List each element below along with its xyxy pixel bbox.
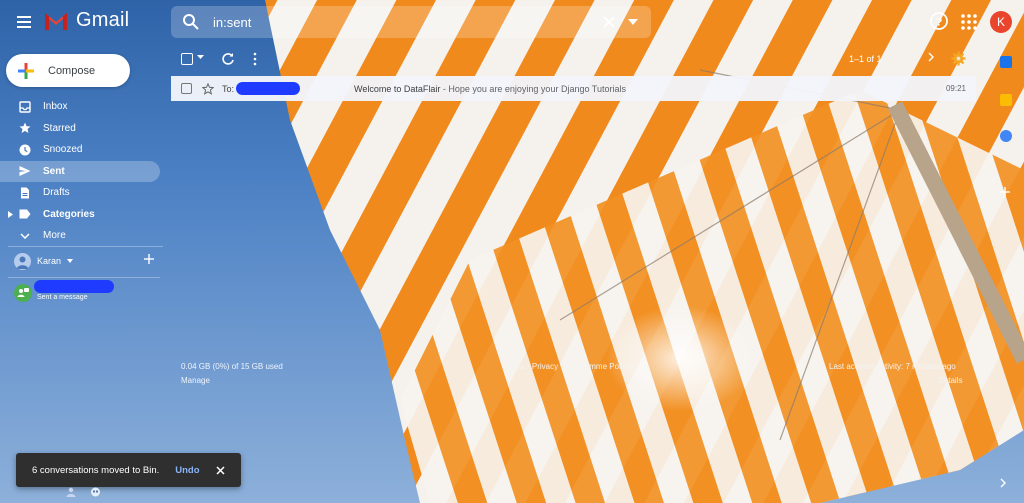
close-icon bbox=[216, 465, 225, 475]
redacted-recipient bbox=[236, 82, 301, 95]
activity-details-link[interactable]: Details bbox=[938, 376, 962, 385]
sidebar-item-label: Snoozed bbox=[43, 144, 83, 156]
calendar-icon[interactable] bbox=[1000, 56, 1012, 68]
label-icon bbox=[18, 208, 31, 221]
tasks-icon[interactable] bbox=[1000, 130, 1012, 142]
more-icon[interactable] bbox=[251, 52, 259, 66]
main-menu-button[interactable] bbox=[12, 10, 36, 34]
email-snippet: - Hope you are enjoying your Django Tuto… bbox=[440, 83, 626, 94]
email-subject: Welcome to DataFlair bbox=[354, 83, 441, 94]
email-time: 09:21 bbox=[945, 84, 966, 93]
plus-icon bbox=[1000, 187, 1010, 197]
caret-down-icon bbox=[197, 55, 204, 59]
get-addons-button[interactable] bbox=[1000, 187, 1010, 197]
plus-icon bbox=[18, 62, 34, 79]
manage-storage-link[interactable]: Manage bbox=[181, 376, 210, 385]
close-icon bbox=[603, 16, 615, 28]
expand-caret-icon[interactable] bbox=[8, 210, 13, 218]
email-subject-line: Welcome to DataFlair - Hope you are enjo… bbox=[354, 84, 626, 94]
hangouts-footer bbox=[66, 487, 101, 498]
sidebar-item-drafts[interactable]: Drafts bbox=[0, 182, 160, 204]
sidebar-item-snoozed[interactable]: Snoozed bbox=[0, 139, 160, 161]
search-input[interactable] bbox=[213, 14, 599, 30]
gmail-logo[interactable]: Gmail bbox=[44, 9, 129, 32]
snackbar: 6 conversations moved to Bin. Undo bbox=[16, 453, 241, 487]
account-avatar[interactable]: K bbox=[990, 11, 1012, 33]
compose-button[interactable]: Compose bbox=[6, 54, 130, 87]
redacted-contact-name bbox=[34, 280, 114, 293]
close-snackbar-button[interactable] bbox=[216, 465, 225, 475]
table-row[interactable]: To: Welcome to DataFlair - Hope you are … bbox=[171, 76, 976, 101]
gmail-m-icon bbox=[45, 12, 67, 30]
star-icon[interactable] bbox=[202, 82, 214, 95]
apps-icon[interactable] bbox=[960, 13, 978, 31]
sidebar-item-label: Drafts bbox=[43, 187, 70, 199]
sidebar-item-sent[interactable]: Sent bbox=[0, 160, 160, 182]
sidebar-item-inbox[interactable]: Inbox bbox=[0, 96, 160, 118]
hangouts-user[interactable]: Karan bbox=[14, 252, 164, 270]
next-page-button[interactable] bbox=[928, 52, 934, 62]
sidebar-item-label: Inbox bbox=[43, 101, 68, 113]
inbox-icon bbox=[18, 100, 31, 113]
sidebar-item-starred[interactable]: Starred bbox=[0, 118, 160, 140]
hangouts-user-name: Karan bbox=[37, 256, 62, 266]
keep-icon[interactable] bbox=[1000, 94, 1012, 106]
hangouts-contact[interactable]: Sent a message bbox=[14, 280, 164, 304]
sidebar-item-label: Categories bbox=[43, 208, 95, 220]
chevron-right-icon bbox=[928, 52, 934, 62]
sidebar-item-more[interactable]: More bbox=[0, 225, 160, 247]
sidebar-item-categories[interactable]: Categories bbox=[0, 204, 160, 226]
clear-search-button[interactable] bbox=[599, 12, 619, 32]
recipient-label: To: bbox=[222, 83, 235, 94]
hangouts-group-icon bbox=[14, 284, 32, 302]
menu-icon bbox=[17, 16, 31, 28]
sidebar-item-label: Starred bbox=[43, 122, 76, 134]
row-checkbox[interactable] bbox=[181, 83, 192, 94]
clock-icon bbox=[18, 143, 31, 156]
person-icon[interactable] bbox=[66, 487, 76, 497]
compose-label: Compose bbox=[48, 64, 96, 77]
sidebar-item-label: Sent bbox=[43, 165, 65, 177]
new-conversation-button[interactable] bbox=[144, 254, 154, 264]
search-icon[interactable] bbox=[181, 12, 201, 32]
select-all-checkbox[interactable] bbox=[181, 53, 193, 65]
settings-icon[interactable] bbox=[951, 51, 966, 66]
caret-down-icon bbox=[628, 19, 638, 25]
sidebar-item-label: More bbox=[43, 230, 66, 242]
pagination-text: 1–1 of 1 bbox=[849, 54, 882, 64]
last-activity: Last account activity: 7 minutes ago bbox=[829, 362, 956, 371]
search-bar[interactable] bbox=[171, 6, 651, 38]
collapse-side-panel-button[interactable] bbox=[1000, 478, 1006, 488]
sidebar-nav: Inbox Starred Snoozed Sent Drafts Catego… bbox=[0, 96, 170, 247]
footer-links[interactable]: Terms · Privacy · Programme Policies bbox=[503, 362, 637, 371]
draft-icon bbox=[18, 186, 31, 199]
contact-status: Sent a message bbox=[37, 294, 88, 301]
send-icon bbox=[18, 165, 31, 178]
caret-down-icon bbox=[67, 259, 74, 263]
plus-icon bbox=[144, 254, 154, 264]
gmail-wordmark: Gmail bbox=[76, 9, 130, 31]
divider bbox=[8, 277, 160, 278]
chevron-right-icon bbox=[1000, 478, 1006, 488]
search-options-button[interactable] bbox=[625, 14, 641, 30]
storage-usage: 0.04 GB (0%) of 15 GB used bbox=[181, 362, 283, 371]
select-options-button[interactable] bbox=[197, 55, 204, 59]
star-icon bbox=[18, 122, 31, 135]
chevron-down-icon bbox=[18, 229, 31, 242]
help-icon[interactable]: ? bbox=[929, 11, 949, 31]
undo-button[interactable]: Undo bbox=[175, 465, 199, 476]
snackbar-message: 6 conversations moved to Bin. bbox=[32, 464, 160, 476]
refresh-icon[interactable] bbox=[221, 52, 235, 66]
svg-text:?: ? bbox=[936, 17, 943, 29]
user-avatar-icon bbox=[14, 252, 31, 270]
hangouts-icon[interactable] bbox=[90, 487, 101, 498]
divider bbox=[8, 246, 163, 247]
